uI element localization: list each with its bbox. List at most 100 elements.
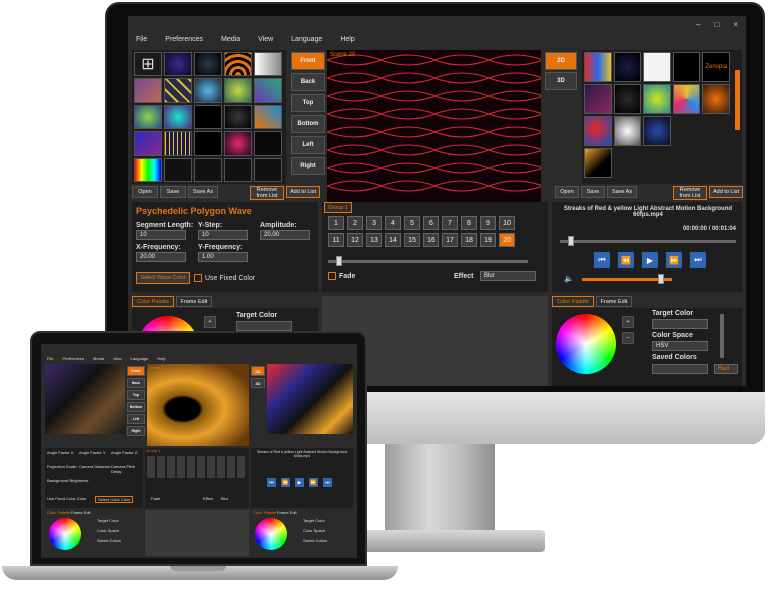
rewind-icon[interactable]: ⏪ bbox=[618, 252, 634, 268]
effect-thumb[interactable] bbox=[164, 131, 192, 156]
maximize-button[interactable]: □ bbox=[714, 20, 719, 29]
effect-thumb[interactable] bbox=[164, 52, 192, 77]
use-fixed-color-label[interactable]: Use Fixed Color Color bbox=[47, 496, 86, 501]
right-tab-color-palette[interactable]: Color Palette bbox=[552, 296, 594, 307]
number-button[interactable]: 12 bbox=[347, 233, 363, 247]
effect-thumb[interactable] bbox=[254, 52, 282, 77]
channel-dropdown[interactable]: Red bbox=[714, 364, 738, 374]
effect-thumb[interactable] bbox=[254, 78, 282, 103]
volume-icon[interactable]: 🔈 bbox=[564, 274, 574, 283]
menu-media[interactable]: Media bbox=[221, 36, 240, 43]
number-button[interactable]: 18 bbox=[461, 233, 477, 247]
use-fixed-color-checkbox[interactable] bbox=[194, 274, 202, 282]
menu-media[interactable]: Media bbox=[93, 356, 104, 361]
number-button[interactable]: 15 bbox=[404, 233, 420, 247]
color-wheel[interactable] bbox=[556, 314, 616, 374]
saved-colors-dropdown[interactable] bbox=[652, 364, 708, 374]
group-tab[interactable]: Group 1 bbox=[146, 448, 160, 453]
fade-slider-track[interactable] bbox=[328, 260, 528, 263]
library-remove-button[interactable]: Remove from List bbox=[250, 186, 284, 200]
y-frequency-field[interactable]: 1.00 bbox=[198, 252, 248, 262]
media-thumb[interactable] bbox=[672, 52, 701, 82]
media-thumb[interactable] bbox=[702, 84, 730, 114]
menu-view[interactable]: View bbox=[113, 356, 122, 361]
number-button[interactable]: 5 bbox=[404, 216, 420, 230]
mode-3d-button[interactable]: 3D bbox=[251, 378, 265, 388]
fast-forward-icon[interactable]: ⏩ bbox=[666, 252, 682, 268]
effect-thumb[interactable] bbox=[254, 157, 282, 182]
number-button[interactable]: 7 bbox=[442, 216, 458, 230]
effect-thumb[interactable] bbox=[224, 131, 252, 156]
media-thumb[interactable] bbox=[672, 116, 701, 146]
view-bottom-button[interactable]: Bottom bbox=[291, 115, 325, 133]
media-thumb[interactable] bbox=[613, 116, 642, 146]
media-thumb[interactable]: Zenopia bbox=[702, 52, 730, 82]
group-tab[interactable]: Group 1 bbox=[324, 202, 352, 213]
media-thumb[interactable] bbox=[584, 52, 612, 82]
media-open-button[interactable]: Open bbox=[555, 186, 579, 198]
effect-thumb[interactable] bbox=[194, 78, 222, 103]
media-thumb[interactable] bbox=[584, 116, 612, 146]
menu-language[interactable]: Language bbox=[291, 36, 322, 43]
media-thumb[interactable] bbox=[584, 84, 612, 114]
number-button[interactable]: 1 bbox=[328, 216, 344, 230]
media-seek-thumb[interactable] bbox=[568, 236, 574, 246]
effect-thumb[interactable] bbox=[194, 131, 222, 156]
view-back-button[interactable]: Back bbox=[127, 378, 145, 388]
library-save-as-button[interactable]: Save As bbox=[188, 186, 218, 198]
laptop-scene-preview[interactable]: Scene 1 bbox=[147, 364, 249, 446]
rewind-icon[interactable]: ⏪ bbox=[281, 478, 290, 487]
number-button[interactable]: 16 bbox=[423, 233, 439, 247]
color-wheel[interactable] bbox=[49, 518, 81, 550]
view-left-button[interactable]: Left bbox=[127, 414, 145, 424]
number-button[interactable]: 2 bbox=[347, 216, 363, 230]
number-button[interactable]: 4 bbox=[385, 216, 401, 230]
media-library-scrollbar[interactable] bbox=[735, 70, 740, 130]
skip-back-icon[interactable]: ⏮ bbox=[267, 478, 276, 487]
media-thumb[interactable] bbox=[672, 84, 701, 114]
effect-thumb[interactable] bbox=[224, 104, 252, 130]
number-button[interactable]: 6 bbox=[423, 216, 439, 230]
media-save-as-button[interactable]: Save As bbox=[607, 186, 637, 198]
library-open-button[interactable]: Open bbox=[132, 186, 158, 198]
select-wave-color-button[interactable]: Select Wave Color bbox=[136, 272, 190, 284]
left-tab-frame-edit[interactable]: Frame Edit bbox=[71, 510, 91, 515]
skip-forward-icon[interactable]: ⏭ bbox=[323, 478, 332, 487]
library-save-button[interactable]: Save bbox=[160, 186, 186, 198]
channel-slider[interactable] bbox=[720, 314, 724, 358]
media-remove-button[interactable]: Remove from List bbox=[673, 186, 707, 200]
fade-slider-thumb[interactable] bbox=[336, 256, 342, 266]
color-wheel[interactable] bbox=[255, 518, 287, 550]
effect-thumb[interactable] bbox=[134, 131, 162, 156]
skip-back-icon[interactable]: ⏮ bbox=[594, 252, 610, 268]
effect-thumb[interactable] bbox=[164, 104, 192, 130]
view-left-button[interactable]: Left bbox=[291, 136, 325, 154]
menu-file[interactable]: File bbox=[136, 36, 147, 43]
media-thumb[interactable] bbox=[613, 52, 642, 82]
menu-view[interactable]: View bbox=[258, 36, 273, 43]
volume-thumb[interactable] bbox=[658, 274, 664, 284]
view-right-button[interactable]: Right bbox=[127, 426, 145, 436]
menu-help[interactable]: Help bbox=[340, 36, 354, 43]
number-button[interactable]: 13 bbox=[366, 233, 382, 247]
effect-dropdown[interactable]: Blur bbox=[480, 271, 536, 281]
x-frequency-field[interactable]: 20.00 bbox=[136, 252, 186, 262]
right-tab-frame-edit[interactable]: Frame Edit bbox=[596, 296, 632, 307]
effect-thumb[interactable] bbox=[194, 52, 222, 77]
play-icon[interactable]: ▶ bbox=[642, 252, 658, 268]
view-bottom-button[interactable]: Bottom bbox=[127, 402, 145, 412]
left-tab-color-palette[interactable]: Color Palette bbox=[47, 510, 70, 515]
effect-thumb[interactable] bbox=[254, 131, 282, 156]
left-tab-frame-edit[interactable]: Frame Edit bbox=[176, 296, 212, 307]
y-step-field[interactable]: 10 bbox=[198, 230, 248, 240]
mode-3d-button[interactable]: 3D bbox=[545, 72, 577, 90]
target-color-dropdown[interactable] bbox=[652, 319, 708, 329]
segment-length-field[interactable]: 10 bbox=[136, 230, 186, 240]
media-thumb[interactable] bbox=[584, 148, 612, 178]
skip-forward-icon[interactable]: ⏭ bbox=[690, 252, 706, 268]
effect-thumb[interactable] bbox=[134, 157, 162, 182]
media-add-button[interactable]: Add to List bbox=[709, 186, 743, 198]
fade-checkbox[interactable] bbox=[328, 272, 336, 280]
media-save-button[interactable]: Save bbox=[581, 186, 605, 198]
view-front-button[interactable]: Front bbox=[291, 52, 325, 70]
